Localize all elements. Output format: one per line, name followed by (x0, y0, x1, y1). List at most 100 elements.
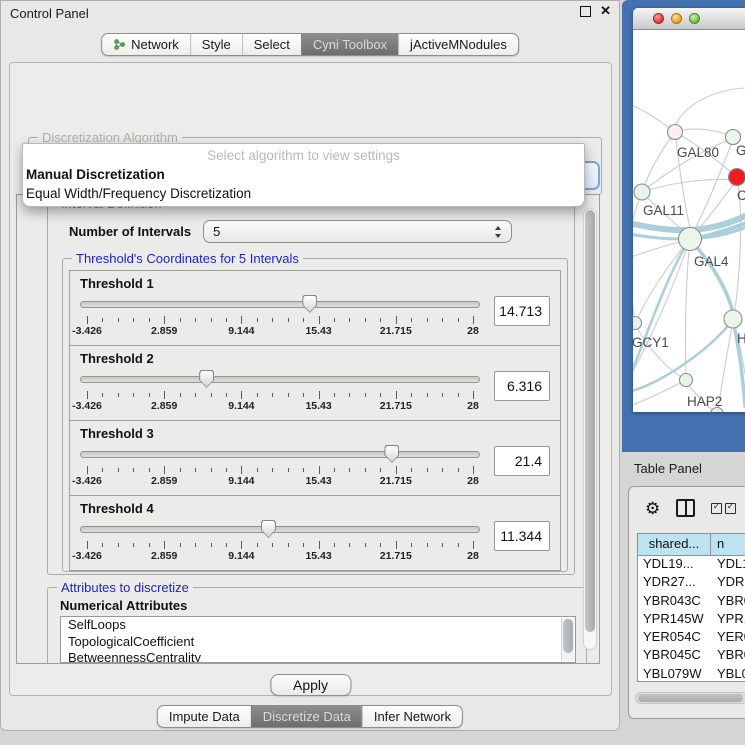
scale-tick-label: 21.715 (380, 325, 412, 337)
node-label: GAL80 (677, 145, 719, 160)
threshold-3-slider: -3.4262.8599.14415.4321.71528 (80, 444, 480, 488)
num-intervals-spinner[interactable]: 5 (203, 220, 512, 243)
cell-name[interactable]: YPR14 (710, 611, 745, 629)
apply-button[interactable]: Apply (270, 674, 351, 696)
cell-name[interactable]: YBR04 (710, 647, 745, 665)
bottom-tab-bar: Impute Data Discretize Data Infer Network (157, 705, 463, 728)
network-node-h[interactable] (724, 310, 742, 328)
table-row[interactable]: YPR145WYPR14 (638, 611, 745, 629)
cell-name[interactable]: YER05 (710, 629, 745, 647)
slider-track[interactable] (80, 376, 480, 383)
gear-icon[interactable]: ⚙ (645, 500, 660, 517)
mac-minimize-icon[interactable] (671, 13, 682, 24)
checkbox-icon (711, 503, 722, 514)
scale-tick-label: 21.715 (380, 550, 412, 562)
slider-handle[interactable] (302, 295, 317, 313)
network-edge (633, 270, 635, 323)
cell-name[interactable]: YDR27 (710, 574, 745, 592)
tab-label: Impute Data (169, 709, 240, 724)
threshold-label: Threshold 1 (80, 276, 550, 291)
slider-ticks (87, 466, 473, 474)
slider-track[interactable] (80, 301, 480, 308)
cell-name[interactable]: YBL07 (710, 666, 745, 682)
network-window-titlebar[interactable] (633, 8, 745, 30)
numerical-attribute-item[interactable]: SelfLoops (61, 617, 575, 634)
slider-handle[interactable] (261, 520, 276, 538)
cell-name[interactable]: YDL19 (710, 556, 745, 574)
group-title: Attributes to discretize (57, 580, 193, 595)
table-row[interactable]: YER054CYER05 (638, 629, 745, 647)
table-row[interactable]: YDL19...YDL19 (638, 556, 745, 574)
table-row[interactable]: YBR043CYBR04 (638, 593, 745, 611)
tab-impute-data[interactable]: Impute Data (158, 706, 251, 727)
threshold-2-slider: -3.4262.8599.14415.4321.71528 (80, 369, 480, 413)
slider-track[interactable] (80, 526, 480, 533)
table-row[interactable]: YBR045CYBR04 (638, 647, 745, 665)
horizontal-scrollbar[interactable] (635, 692, 745, 704)
tab-cyni-toolbox[interactable]: Cyni Toolbox (301, 34, 398, 55)
scale-tick-label: 2.859 (151, 475, 177, 487)
thresholds-group: Threshold's Coordinates for 5 Intervals … (62, 258, 568, 572)
table-row[interactable]: YBL079WYBL07 (638, 666, 745, 682)
cell-shared-name[interactable]: YBR045C (638, 647, 710, 665)
tab-discretize-data[interactable]: Discretize Data (251, 706, 362, 727)
list-scrollbar[interactable] (561, 618, 574, 661)
tab-label: Select (254, 37, 290, 52)
spinner-arrows-icon (495, 226, 502, 238)
numerical-attribute-item[interactable]: TopologicalCoefficient (61, 634, 575, 651)
group-title: Threshold's Coordinates for 5 Intervals (72, 251, 303, 266)
mac-zoom-icon[interactable] (689, 13, 700, 24)
algorithm-option[interactable]: Manual Discretization (23, 165, 584, 184)
tab-jactivemnodules[interactable]: jActiveMNodules (398, 34, 518, 55)
cell-shared-name[interactable]: YDL19... (638, 556, 710, 574)
cell-shared-name[interactable]: YPR145W (638, 611, 710, 629)
network-node-gal4[interactable] (679, 228, 702, 251)
scale-tick-label: 15.43 (305, 550, 331, 562)
network-node-c[interactable] (729, 169, 745, 186)
tab-label: Cyni Toolbox (313, 37, 387, 52)
algorithm-dropdown-prompt[interactable]: Select algorithm to view settings (23, 146, 584, 165)
slider-ticks (87, 316, 473, 324)
network-view-panel: GAL80GACGAL11GAL4GCY1HHAP2 (622, 0, 745, 452)
cell-shared-name[interactable]: YDR27... (638, 574, 710, 592)
numerical-attribute-item[interactable]: BetweennessCentrality (61, 650, 575, 663)
tab-label: Discretize Data (263, 709, 351, 724)
network-canvas[interactable]: GAL80GACGAL11GAL4GCY1HHAP2 (633, 30, 745, 412)
tab-network[interactable]: Network (102, 34, 190, 55)
tab-style[interactable]: Style (190, 34, 242, 55)
float-window-icon[interactable] (580, 6, 591, 17)
network-edge (675, 129, 733, 137)
scale-tick-label: 21.715 (380, 475, 412, 487)
slider-handle[interactable] (384, 445, 399, 463)
threshold-4-value-field[interactable]: 11.344 (494, 521, 550, 551)
columns-icon[interactable] (676, 499, 695, 517)
checkbox-icon (725, 503, 736, 514)
threshold-3-value-field[interactable]: 21.4 (494, 446, 550, 476)
cell-shared-name[interactable]: YER054C (638, 629, 710, 647)
select-columns-icon[interactable] (711, 503, 736, 514)
slider-handle[interactable] (199, 370, 214, 388)
node-label: GCY1 (633, 335, 669, 350)
threshold-1-value-field[interactable]: 14.713 (494, 296, 550, 326)
vertical-scrollbar[interactable] (583, 208, 597, 650)
threshold-label: Threshold 2 (80, 351, 550, 366)
network-node-hap2[interactable] (680, 374, 693, 387)
threshold-4-slider: -3.4262.8599.14415.4321.71528 (80, 519, 480, 563)
slider-track[interactable] (80, 451, 480, 458)
tab-select[interactable]: Select (242, 34, 301, 55)
threshold-2-value-field[interactable]: 6.316 (494, 371, 550, 401)
cell-shared-name[interactable]: YBR043C (638, 593, 710, 611)
close-icon[interactable]: ✕ (600, 5, 611, 17)
network-node-gal11[interactable] (634, 184, 650, 200)
cell-shared-name[interactable]: YBL079W (638, 666, 710, 682)
table-row[interactable]: YDR27...YDR27 (638, 574, 745, 592)
interval-definition-group: Interval Definition Number of Intervals … (47, 203, 575, 575)
column-header-shared-name[interactable]: shared... (638, 534, 711, 555)
network-node-gal80[interactable] (668, 125, 683, 140)
network-node-gcy1[interactable] (633, 317, 642, 330)
column-header-name[interactable]: n (711, 534, 745, 555)
mac-close-icon[interactable] (653, 13, 664, 24)
tab-infer-network[interactable]: Infer Network (362, 706, 462, 727)
cell-name[interactable]: YBR04 (710, 593, 745, 611)
algorithm-option[interactable]: Equal Width/Frequency Discretization (23, 184, 584, 203)
